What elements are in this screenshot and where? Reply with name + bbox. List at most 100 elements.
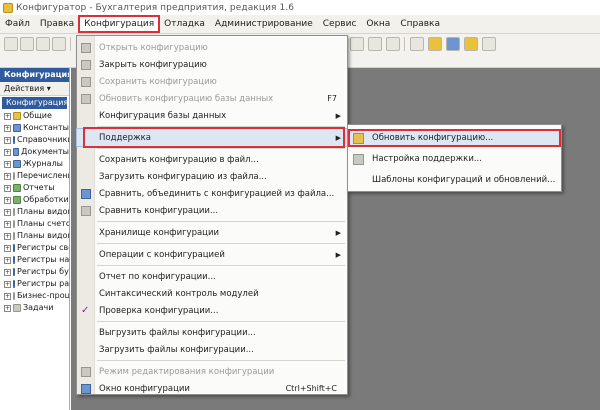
menu-item-отчет-по-конфигурации[interactable]: Отчет по конфигурации... <box>77 268 347 285</box>
tree-item[interactable]: + Перечисления <box>0 170 69 182</box>
tree-node-icon <box>13 232 15 240</box>
menu-item-label: Сохранить конфигурацию в файл... <box>99 154 259 165</box>
submenu-item-настройка-поддержки[interactable]: Настройка поддержки... <box>348 150 561 168</box>
tree-item[interactable]: + Планы видов <box>0 230 69 242</box>
menu-item-операции-с-конфигурацией[interactable]: Операции с конфигурацией ▶ <box>77 246 347 263</box>
expand-icon[interactable]: + <box>4 184 11 192</box>
menu-item-закрыть-конфигурацию[interactable]: Закрыть конфигурацию <box>77 56 347 73</box>
submenu-item-шаблоны-конфигураций-и-обновлений[interactable]: Шаблоны конфигураций и обновлений... <box>348 171 561 189</box>
tree-item[interactable]: + Общие <box>0 110 69 122</box>
configurator-window: Конфигуратор - Бухгалтерия предприятия, … <box>0 0 600 410</box>
toolbar-open-icon[interactable] <box>20 37 34 51</box>
expand-icon[interactable]: + <box>4 136 11 144</box>
menu-администрирование[interactable]: Администрирование <box>210 16 318 32</box>
submenu-item-icon <box>353 153 364 165</box>
menu-item-открыть-конфигурацию[interactable]: Открыть конфигурацию <box>77 39 347 56</box>
toolbar-copy-icon[interactable] <box>368 37 382 51</box>
tree-item[interactable]: + Регистры бухгалтерии <box>0 266 69 278</box>
tree-node-icon <box>13 208 15 216</box>
toolbar-save-icon[interactable] <box>36 37 50 51</box>
tree-item[interactable]: + Регистры накопления <box>0 254 69 266</box>
menu-сервис[interactable]: Сервис <box>318 16 362 32</box>
toolbar-debug-icon[interactable] <box>464 37 478 51</box>
expand-icon[interactable]: + <box>4 292 11 300</box>
toolbar-paste-icon[interactable] <box>386 37 400 51</box>
toolbar-find-icon[interactable] <box>410 37 424 51</box>
expand-icon[interactable]: + <box>4 232 11 240</box>
window-title: Конфигуратор - Бухгалтерия предприятия, … <box>16 2 295 13</box>
tree-item[interactable]: + Обработки <box>0 194 69 206</box>
menu-item-проверка-конфигурации[interactable]: ✓ Проверка конфигурации... <box>77 302 347 319</box>
menu-item-окно-конфигурации[interactable]: Окно конфигурации Ctrl+Shift+C <box>77 380 347 397</box>
panel-title: Конфигурация <box>0 68 69 82</box>
menu-item-сохранить-конфигурацию[interactable]: Сохранить конфигурацию <box>77 73 347 90</box>
support-submenu: Обновить конфигурацию... Настройка поддер… <box>347 124 562 192</box>
menu-окна[interactable]: Окна <box>361 16 395 32</box>
expand-icon[interactable]: + <box>4 148 11 156</box>
tree-item-label: Планы видов <box>17 207 69 216</box>
menu-item-загрузить-файлы-конфигурации[interactable]: Загрузить файлы конфигурации... <box>77 341 347 358</box>
toolbar-wizard-icon[interactable] <box>428 37 442 51</box>
tree-item-label: Бизнес-процессы <box>17 291 69 300</box>
expand-icon[interactable]: + <box>4 208 11 216</box>
menu-item-label: Проверка конфигурации... <box>99 305 219 316</box>
expand-icon[interactable]: + <box>4 268 11 276</box>
menu-отладка[interactable]: Отладка <box>159 16 210 32</box>
toolbar-print-icon[interactable] <box>52 37 66 51</box>
menu-правка[interactable]: Правка <box>35 16 79 32</box>
menu-item-сравнить-конфигурации[interactable]: Сравнить конфигурации... <box>77 202 347 219</box>
expand-icon[interactable]: + <box>4 304 11 312</box>
menu-item-хранилище-конфигурации[interactable]: Хранилище конфигурации ▶ <box>77 224 347 241</box>
expand-icon[interactable]: + <box>4 196 11 204</box>
toolbar-cut-icon[interactable] <box>350 37 364 51</box>
expand-icon[interactable]: + <box>4 256 11 264</box>
menu-item-выгрузить-файлы-конфигурации[interactable]: Выгрузить файлы конфигурации... <box>77 324 347 341</box>
app-logo-icon <box>3 2 13 13</box>
tree-item[interactable]: + Планы видов <box>0 206 69 218</box>
tree-node-icon <box>13 280 15 288</box>
tree-item[interactable]: + Документы <box>0 146 69 158</box>
tree-item[interactable]: + Задачи <box>0 302 69 314</box>
tree-item-label: Документы <box>21 147 69 156</box>
tree-node-icon <box>13 256 15 264</box>
tree-node-icon <box>13 124 21 132</box>
expand-icon[interactable]: + <box>4 112 11 120</box>
menu-файл[interactable]: Файл <box>0 16 35 32</box>
menu-item-сохранить-конфигурацию-в-файл[interactable]: Сохранить конфигурацию в файл... <box>77 151 347 168</box>
expand-icon[interactable]: + <box>4 244 11 252</box>
menu-item-обновить-конфигурацию-базы-данных[interactable]: Обновить конфигурацию базы данных F7 <box>77 90 347 107</box>
toolbar-new-icon[interactable] <box>4 37 18 51</box>
tree-item[interactable]: + Планы счетов <box>0 218 69 230</box>
tree-root[interactable]: Конфигурация <box>2 97 67 109</box>
tree-item[interactable]: + Журналы <box>0 158 69 170</box>
menu-конфигурация[interactable]: Конфигурация <box>78 15 161 33</box>
expand-icon[interactable]: + <box>4 220 11 228</box>
check-icon: ✓ <box>81 304 90 316</box>
tree-node-icon <box>13 184 21 192</box>
expand-icon[interactable]: + <box>4 172 11 180</box>
expand-icon[interactable]: + <box>4 280 11 288</box>
submenu-item-обновить-конфигурацию[interactable]: Обновить конфигурацию... <box>348 129 561 147</box>
menu-справка[interactable]: Справка <box>395 16 445 32</box>
tree-item[interactable]: + Константы <box>0 122 69 134</box>
tree-node-icon <box>13 220 15 228</box>
menu-item-режим-редактирования-конфигурации[interactable]: Режим редактирования конфигурации <box>77 363 347 380</box>
submenu-item-label: Настройка поддержки... <box>372 154 482 164</box>
toolbar-extra-icon[interactable] <box>482 37 496 51</box>
expand-icon[interactable]: + <box>4 124 11 132</box>
tree-item[interactable]: + Бизнес-процессы <box>0 290 69 302</box>
expand-icon[interactable]: + <box>4 160 11 168</box>
tree-item[interactable]: + Справочники <box>0 134 69 146</box>
panel-actions-menu[interactable]: Действия ▾ <box>0 82 69 96</box>
menu-item-сравнить-объединить-с-конфигурацией-из-файла[interactable]: Сравнить, объединить с конфигурацией из … <box>77 185 347 202</box>
menu-item-label: Окно конфигурации <box>99 383 190 394</box>
menu-item-загрузить-конфигурацию-из-файла[interactable]: Загрузить конфигурацию из файла... <box>77 168 347 185</box>
tree-item[interactable]: + Регистры расчета <box>0 278 69 290</box>
tree-item[interactable]: + Регистры сведений <box>0 242 69 254</box>
toolbar-config-icon[interactable] <box>446 37 460 51</box>
menu-item-синтаксический-контроль-модулей[interactable]: Синтаксический контроль модулей <box>77 285 347 302</box>
title-bar: Конфигуратор - Бухгалтерия предприятия, … <box>0 0 600 15</box>
menu-separator <box>97 360 345 361</box>
menu-item-конфигурация-базы-данных[interactable]: Конфигурация базы данных ▶ <box>77 107 347 124</box>
tree-item[interactable]: + Отчеты <box>0 182 69 194</box>
